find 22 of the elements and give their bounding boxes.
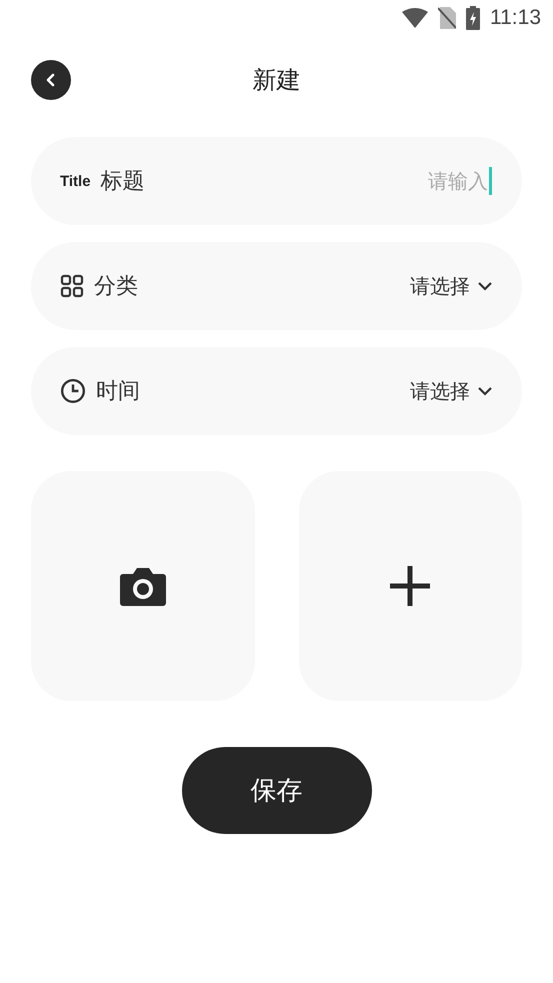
add-tile[interactable] (298, 471, 522, 701)
dropdown[interactable]: 请选择 (410, 378, 492, 404)
chevron-down-icon (478, 281, 492, 291)
title-field[interactable]: Title 标题 请输入 (31, 137, 522, 225)
chevron-down-icon (478, 386, 492, 396)
grid-icon (60, 274, 84, 298)
dropdown[interactable]: 请选择 (410, 272, 492, 300)
input-placeholder: 请输入 (428, 168, 488, 194)
plus-icon (388, 564, 432, 608)
field-label: 分类 (94, 273, 138, 301)
wifi-icon (402, 8, 428, 28)
no-sim-icon (438, 7, 456, 29)
clock-time: 11:13 (490, 6, 541, 30)
clock-icon (60, 378, 86, 404)
save-button[interactable]: 保存 (182, 747, 372, 834)
back-button[interactable] (31, 60, 71, 100)
battery-icon (466, 6, 480, 30)
field-tag: Title (60, 172, 91, 190)
field-label: 标题 (100, 168, 145, 196)
field-label: 时间 (96, 378, 140, 406)
photo-upload-tile[interactable] (31, 471, 254, 701)
page-title: 新建 (252, 66, 300, 94)
